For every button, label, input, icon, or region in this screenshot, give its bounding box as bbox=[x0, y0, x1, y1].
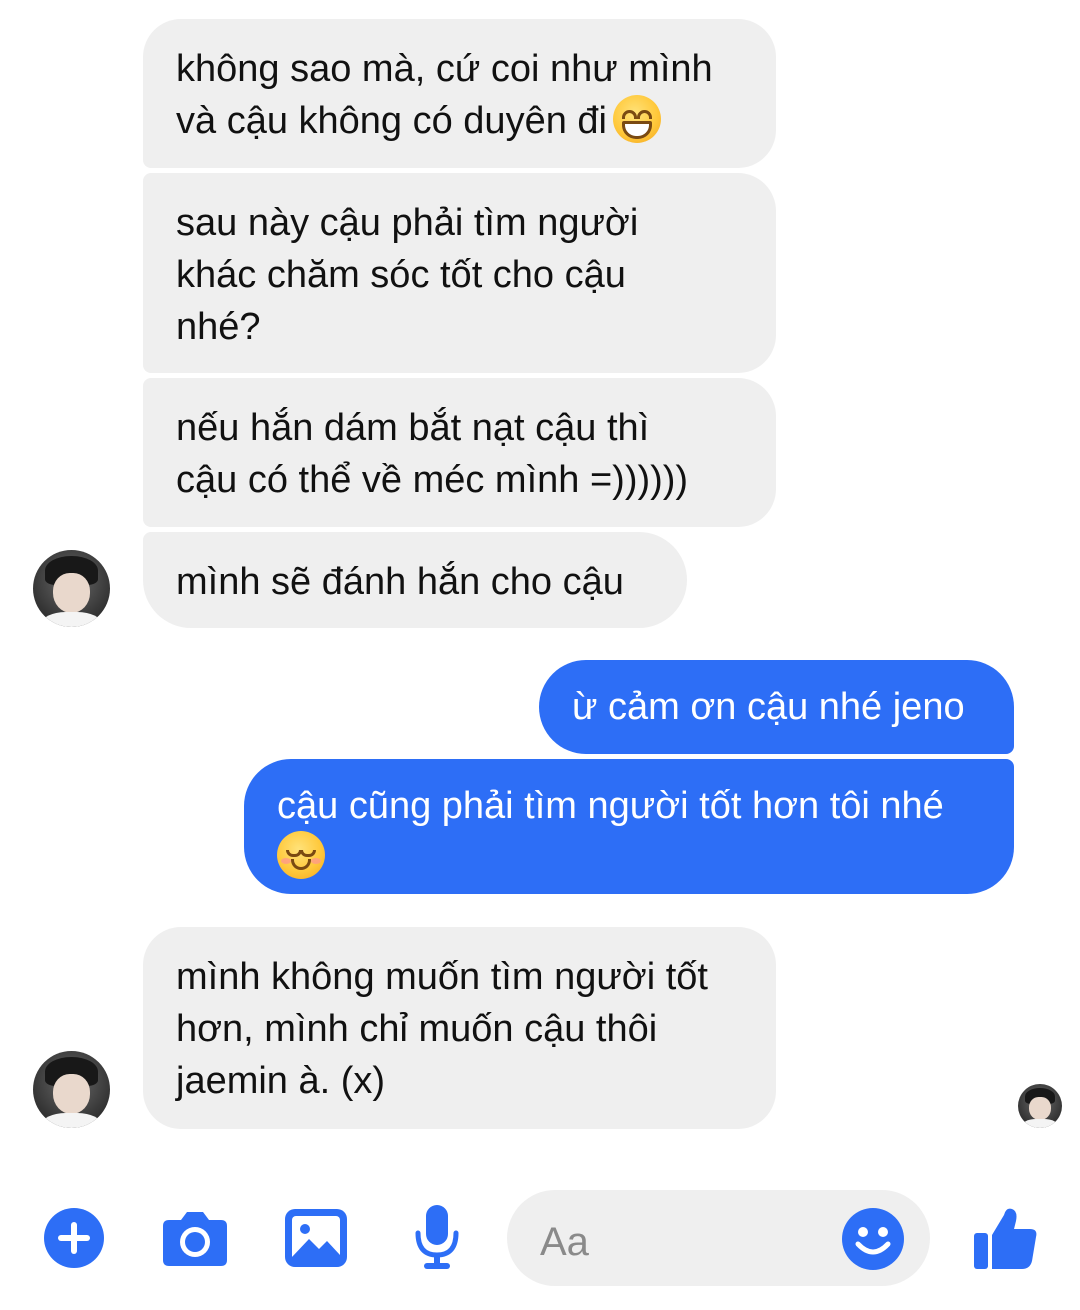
message-line: hơn, mình chỉ muốn cậu thôi bbox=[176, 1008, 658, 1050]
message-line: không sao mà, cứ coi như mình bbox=[176, 48, 713, 90]
contact-avatar[interactable] bbox=[33, 1051, 110, 1128]
grinning-face-emoji bbox=[612, 95, 661, 143]
emoji-icon[interactable] bbox=[842, 1208, 904, 1270]
smiling-face-emoji bbox=[277, 831, 325, 879]
message-line: nếu hắn dám bắt nạt cậu thì bbox=[176, 407, 650, 449]
microphone-icon[interactable] bbox=[414, 1205, 460, 1271]
message-bubble[interactable]: không sao mà, cứ coi như mình và cậu khô… bbox=[143, 19, 776, 168]
message-bubble[interactable]: mình không muốn tìm người tốt hơn, mình … bbox=[143, 927, 776, 1129]
message-line: ừ cảm ơn cậu nhé jeno bbox=[572, 686, 965, 728]
plus-icon[interactable] bbox=[44, 1208, 104, 1268]
camera-icon[interactable] bbox=[161, 1208, 229, 1268]
message-bubble-outgoing[interactable]: cậu cũng phải tìm người tốt hơn tôi nhé bbox=[244, 759, 1014, 894]
message-line: jaemin à. (x) bbox=[176, 1060, 386, 1102]
message-line: cậu có thể về méc mình =)))))) bbox=[176, 459, 689, 501]
message-line: nhé? bbox=[176, 306, 261, 348]
message-bubble-outgoing[interactable]: ừ cảm ơn cậu nhé jeno bbox=[539, 660, 1014, 754]
message-bubble[interactable]: nếu hắn dám bắt nạt cậu thì cậu có thể v… bbox=[143, 378, 776, 527]
message-line: sau này cậu phải tìm người bbox=[176, 202, 639, 244]
message-line: mình không muốn tìm người tốt bbox=[176, 956, 708, 998]
message-line: khác chăm sóc tốt cho cậu bbox=[176, 254, 626, 296]
message-line: cậu cũng phải tìm người tốt hơn tôi nhé bbox=[277, 785, 944, 827]
message-bubble[interactable]: sau này cậu phải tìm người khác chăm sóc… bbox=[143, 173, 776, 373]
image-icon[interactable] bbox=[285, 1209, 347, 1267]
message-line bbox=[277, 831, 982, 882]
message-line: mình sẽ đánh hắn cho cậu bbox=[176, 561, 624, 603]
message-line: và cậu không có duyên đi bbox=[176, 95, 744, 147]
contact-avatar[interactable] bbox=[33, 550, 110, 627]
like-icon[interactable] bbox=[972, 1205, 1038, 1271]
message-input-placeholder: Aa bbox=[540, 1220, 589, 1264]
message-bubble[interactable]: mình sẽ đánh hắn cho cậu bbox=[143, 532, 687, 628]
seen-avatar-icon bbox=[1018, 1084, 1062, 1128]
